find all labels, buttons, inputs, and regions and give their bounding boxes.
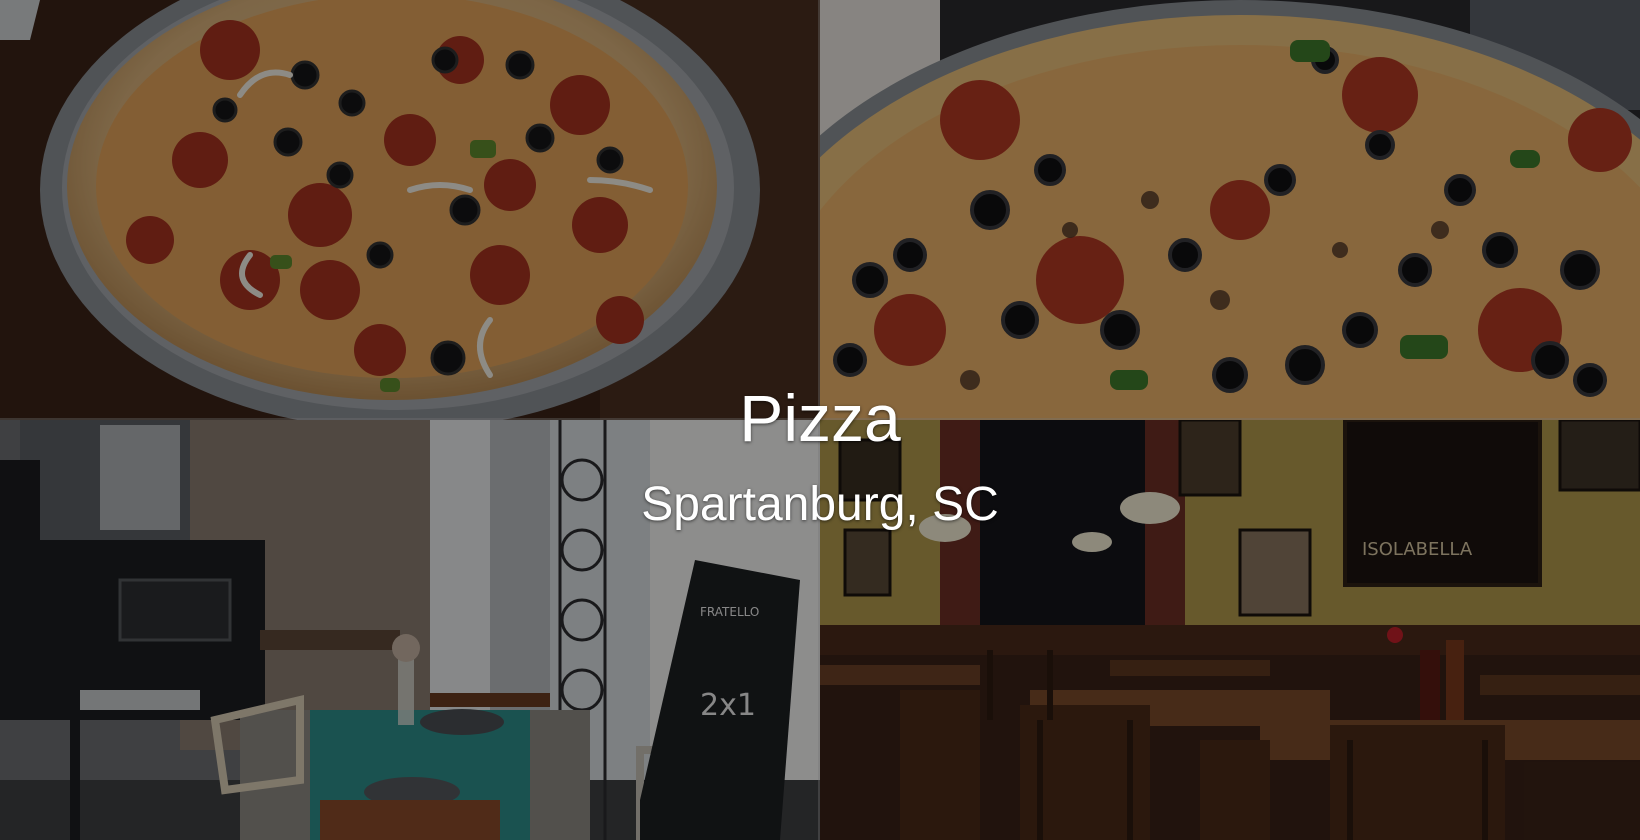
- page-title: Pizza: [739, 381, 901, 455]
- pizza-closeup-photo: [820, 0, 1640, 420]
- location-subtitle: Spartanburg, SC: [641, 478, 999, 531]
- chalkboard-brand: FRATELLO: [700, 605, 759, 619]
- hero-banner: FRATELLO 2x1 ISOLABELLA Pizza Spartanbur…: [0, 0, 1640, 840]
- pizza-on-tray-photo: [0, 0, 820, 420]
- hero-caption: Pizza Spartanburg, SC: [0, 380, 1640, 536]
- isolabella-poster-text: ISOLABELLA: [1362, 539, 1473, 560]
- chalkboard-offer: 2x1: [700, 688, 756, 723]
